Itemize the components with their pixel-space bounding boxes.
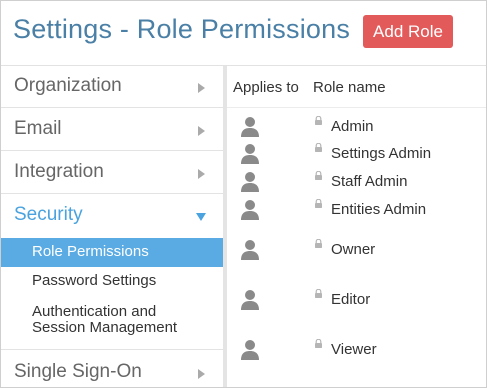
roles-table: Applies to Role name Admin Settings Admin… [227, 66, 486, 387]
role-name: Owner [331, 241, 376, 258]
table-row[interactable]: Settings Admin [227, 143, 486, 167]
sidebar-subitem-label: Password Settings [32, 272, 157, 289]
person-icon [241, 144, 259, 164]
column-header-role-name: Role name [313, 79, 386, 96]
sidebar-subitem-label: Authentication and Session Management [32, 303, 178, 336]
lock-icon [315, 143, 322, 152]
sidebar-item-email[interactable]: Email [1, 109, 223, 151]
person-icon [241, 117, 259, 137]
add-role-button[interactable]: Add Role [363, 15, 453, 48]
sidebar-item-label: Security [14, 204, 83, 225]
chevron-right-icon [198, 83, 205, 93]
table-row[interactable]: Staff Admin [227, 171, 486, 195]
sidebar-item-integration[interactable]: Integration [1, 152, 223, 194]
lock-icon [315, 339, 322, 348]
person-icon [241, 290, 259, 310]
role-name: Settings Admin [331, 145, 432, 162]
lock-icon [315, 116, 322, 125]
lock-icon [315, 289, 322, 298]
table-row[interactable]: Entities Admin [227, 199, 486, 223]
sidebar-subitem-password-settings[interactable]: Password Settings [1, 267, 223, 296]
lock-icon [315, 199, 322, 208]
role-name: Staff Admin [331, 173, 408, 190]
sidebar-item-security[interactable]: Security [1, 195, 223, 237]
chevron-right-icon [198, 169, 205, 179]
sidebar-item-label: Email [14, 118, 62, 139]
role-name: Entities Admin [331, 201, 427, 218]
window: Settings - Role Permissions Add Role Org… [0, 0, 487, 388]
role-name: Editor [331, 291, 371, 308]
page-title: Settings - Role Permissions [13, 14, 351, 44]
table-row[interactable]: Admin [227, 116, 486, 140]
sidebar-item-label: Organization [14, 75, 122, 96]
chevron-down-icon [196, 213, 206, 221]
page-header: Settings - Role Permissions Add Role [1, 1, 486, 66]
person-icon [241, 240, 259, 260]
sidebar-item-label: Single Sign-On [14, 361, 142, 382]
person-icon [241, 340, 259, 360]
chevron-right-icon [198, 126, 205, 136]
sidebar-item-single-sign-on[interactable]: Single Sign-On [1, 352, 223, 387]
settings-sidebar: Organization Email Integration Security … [1, 66, 223, 387]
table-row[interactable]: Editor [227, 289, 486, 313]
table-row[interactable]: Viewer [227, 339, 486, 363]
column-header-applies-to: Applies to [233, 79, 299, 96]
lock-icon [315, 239, 322, 248]
person-icon [241, 172, 259, 192]
sidebar-item-organization[interactable]: Organization [1, 66, 223, 108]
person-icon [241, 200, 259, 220]
header-divider [227, 107, 486, 108]
sidebar-subitem-label: Role Permissions [32, 243, 149, 260]
sidebar-subitem-authentication-session[interactable]: Authentication and Session Management [1, 296, 223, 350]
table-row[interactable]: Owner [227, 239, 486, 263]
lock-icon [315, 171, 322, 180]
sidebar-item-label: Integration [14, 161, 104, 182]
role-name: Admin [331, 118, 374, 135]
chevron-right-icon [198, 369, 205, 379]
role-name: Viewer [331, 341, 377, 358]
sidebar-subitem-role-permissions[interactable]: Role Permissions [1, 238, 223, 267]
